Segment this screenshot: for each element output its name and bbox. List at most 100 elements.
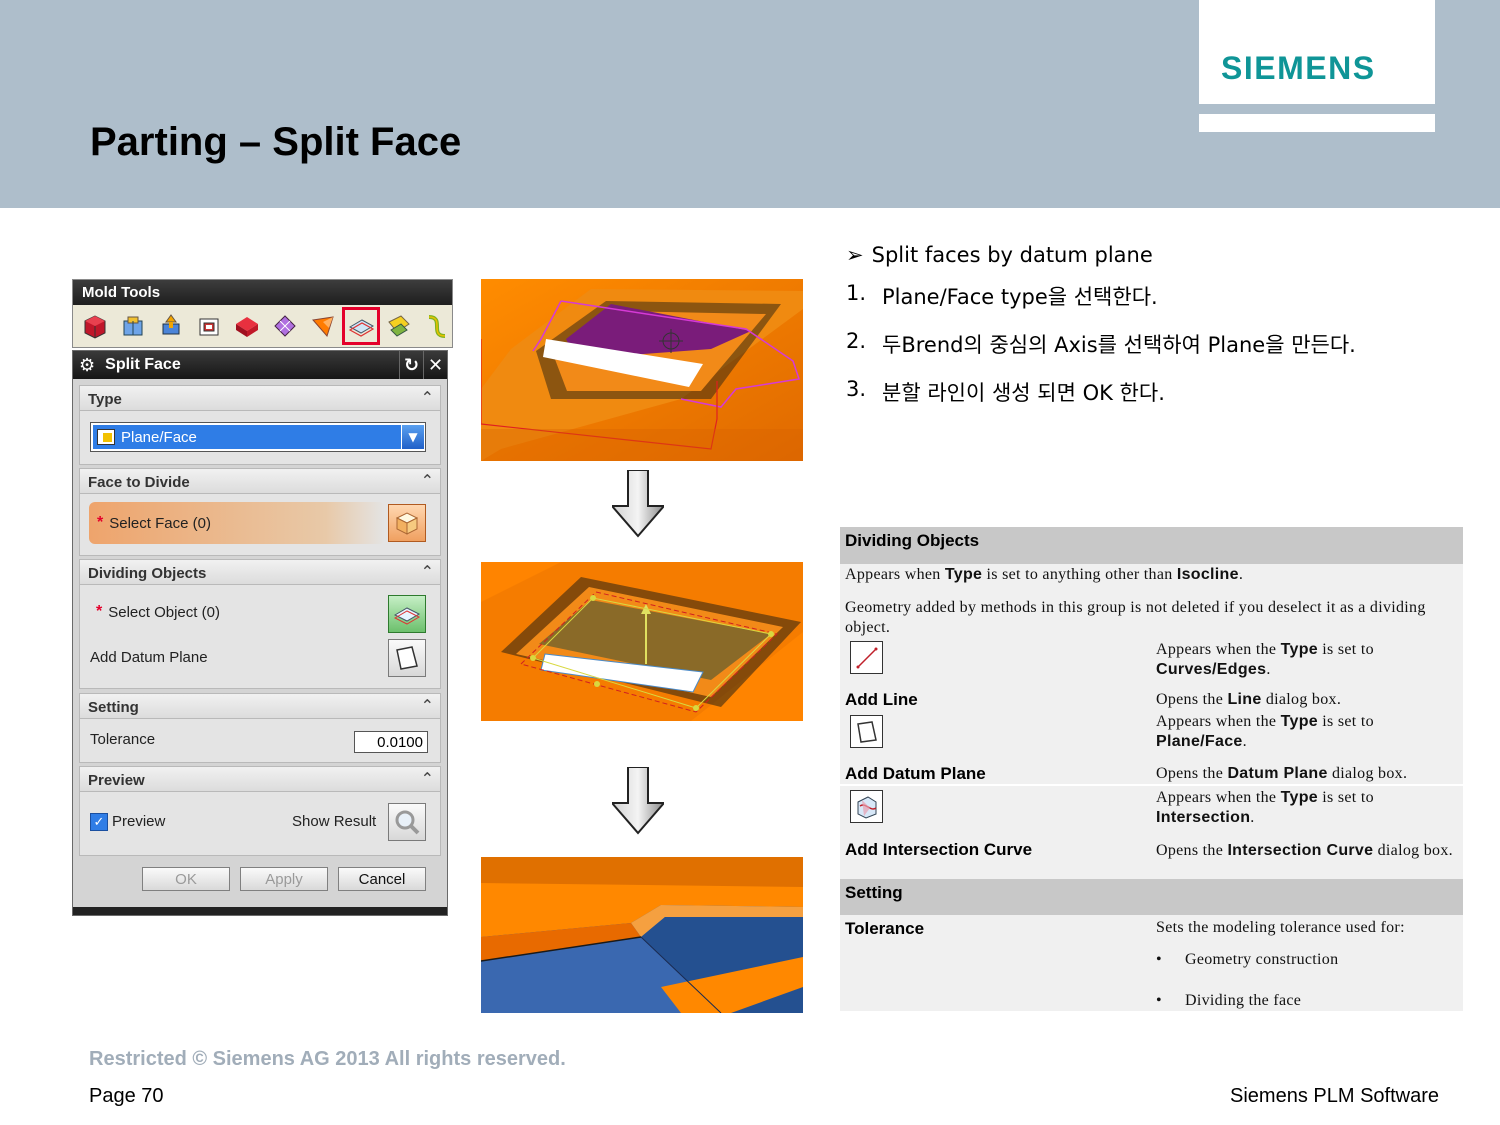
face-select-button[interactable] bbox=[388, 504, 426, 542]
datum-opens-pre: Opens the bbox=[1156, 765, 1228, 782]
intersection-appears-pre: Appears when the bbox=[1156, 789, 1281, 806]
gear-icon[interactable]: ⚙ bbox=[79, 355, 95, 376]
dividing-objects-header: Dividing Objects bbox=[840, 527, 1463, 564]
trim-icon[interactable] bbox=[383, 310, 415, 342]
line-opens-post: dialog box. bbox=[1261, 691, 1342, 708]
render-before-split bbox=[481, 279, 803, 461]
collapse-caret-icon[interactable]: ⌃ bbox=[421, 696, 434, 715]
cancel-button[interactable]: Cancel bbox=[338, 867, 426, 891]
face-group-header[interactable]: Face to Divide ⌃ bbox=[79, 468, 441, 494]
intersection-appears-is-set: is set to bbox=[1317, 789, 1374, 806]
chevron-down-icon[interactable]: ▼ bbox=[402, 425, 424, 449]
line-opens-name: Line bbox=[1227, 691, 1262, 708]
intersection-opens-post: dialog box. bbox=[1373, 842, 1453, 859]
instruction-step: 1. Plane/Face type을 선택한다. bbox=[846, 281, 1356, 311]
collapse-caret-icon[interactable]: ⌃ bbox=[421, 562, 434, 581]
datum-appears-value: Plane/Face bbox=[1156, 733, 1243, 750]
siemens-logo: SIEMENS bbox=[1221, 50, 1376, 86]
add-datum-plane-button[interactable] bbox=[388, 639, 426, 677]
solid-red-icon[interactable] bbox=[231, 310, 263, 342]
step-number: 1. bbox=[846, 281, 867, 305]
plane-face-icon bbox=[97, 429, 115, 445]
intersection-opens-name: Intersection Curve bbox=[1227, 842, 1374, 859]
bullet-icon: • bbox=[1156, 951, 1162, 968]
curve-icon[interactable] bbox=[421, 310, 453, 342]
parting-box-icon[interactable] bbox=[117, 310, 149, 342]
intersection-opens-text: Opens the Intersection Curve dialog box. bbox=[1156, 840, 1456, 861]
render-split-plane bbox=[481, 562, 803, 721]
bullet-icon: • bbox=[1156, 992, 1162, 1009]
collapse-caret-icon[interactable]: ⌃ bbox=[421, 471, 434, 490]
select-face-row[interactable]: * Select Face (0) bbox=[89, 502, 385, 544]
down-arrow-icon bbox=[612, 767, 664, 835]
face-group-label: Face to Divide bbox=[88, 474, 190, 491]
appears-note-type: Type bbox=[944, 566, 983, 583]
close-icon[interactable]: ✕ bbox=[423, 351, 447, 379]
reference-table: Dividing Objects Appears when Type is se… bbox=[840, 527, 1463, 1011]
preview-group-header[interactable]: Preview ⌃ bbox=[79, 766, 441, 792]
geometry-note: Geometry added by methods in this group … bbox=[845, 599, 1426, 636]
extend-icon[interactable] bbox=[307, 310, 339, 342]
instructions-heading: ➢ Split faces by datum plane bbox=[846, 243, 1356, 267]
arrow-bullet-icon: ➢ bbox=[846, 243, 864, 267]
type-dropdown[interactable]: Plane/Face ▼ bbox=[90, 422, 426, 452]
setting-header: Setting bbox=[840, 879, 1463, 915]
tolerance-input[interactable] bbox=[354, 731, 428, 753]
required-star-icon: * bbox=[97, 514, 104, 531]
add-line-label: Add Line bbox=[845, 690, 918, 709]
preview-label: Preview bbox=[112, 813, 166, 830]
plane-select-icon bbox=[393, 607, 421, 625]
object-select-button[interactable] bbox=[388, 595, 426, 633]
split-face-icon[interactable] bbox=[342, 307, 380, 345]
select-object-row[interactable]: * Select Object (0) bbox=[96, 603, 220, 621]
type-group-header[interactable]: Type ⌃ bbox=[79, 385, 441, 411]
face-group-body: * Select Face (0) bbox=[79, 494, 441, 556]
split-face-dialog: ⚙ Split Face ↻ ✕ Type ⌃ Plane/Face ▼ Fac… bbox=[72, 350, 448, 916]
intersection-appears-type: Type bbox=[1280, 789, 1318, 806]
line-appears-value: Curves/Edges bbox=[1156, 661, 1267, 678]
preview-checkbox[interactable]: ✓ bbox=[90, 813, 108, 831]
row-separator bbox=[840, 784, 1463, 786]
mold-tools-icon-row bbox=[79, 307, 453, 345]
line-opens-pre: Opens the bbox=[1156, 691, 1228, 708]
type-group-label: Type bbox=[88, 391, 122, 408]
collapse-caret-icon[interactable]: ⌃ bbox=[421, 769, 434, 788]
mold-wizard-icon[interactable] bbox=[79, 310, 111, 342]
page-number: Page 70 bbox=[89, 1085, 164, 1107]
line-appears-pre: Appears when the bbox=[1156, 641, 1281, 658]
setting-group-label: Setting bbox=[88, 699, 139, 716]
dialog-title: Split Face bbox=[105, 356, 181, 373]
collapse-caret-icon[interactable]: ⌃ bbox=[421, 388, 434, 407]
type-dropdown-value: Plane/Face bbox=[121, 428, 197, 446]
instructions-heading-text: Split faces by datum plane bbox=[871, 243, 1153, 267]
dividing-group-header[interactable]: Dividing Objects ⌃ bbox=[79, 559, 441, 585]
instructions: ➢ Split faces by datum plane 1. Plane/Fa… bbox=[846, 243, 1356, 425]
surface-icon[interactable] bbox=[269, 310, 301, 342]
dividing-group-label: Dividing Objects bbox=[88, 565, 207, 582]
line-icon bbox=[850, 641, 883, 674]
datum-opens-post: dialog box. bbox=[1327, 765, 1408, 782]
select-face-label: Select Face (0) bbox=[109, 514, 211, 532]
appears-note-end: . bbox=[1238, 566, 1244, 583]
core-cavity-icon[interactable] bbox=[193, 310, 225, 342]
show-result-label: Show Result bbox=[292, 813, 377, 830]
dialog-titlebar: ⚙ Split Face ↻ ✕ bbox=[73, 351, 447, 379]
datum-opens-text: Opens the Datum Plane dialog box. bbox=[1156, 765, 1407, 783]
patch-icon[interactable] bbox=[155, 310, 187, 342]
ok-button[interactable]: OK bbox=[142, 867, 230, 891]
datum-opens-name: Datum Plane bbox=[1227, 765, 1328, 782]
reset-icon[interactable]: ↻ bbox=[399, 351, 423, 379]
setting-group-header[interactable]: Setting ⌃ bbox=[79, 693, 441, 719]
cube-face-icon bbox=[395, 512, 419, 535]
instruction-step: 3. 분할 라인이 생성 되면 OK 한다. bbox=[846, 377, 1356, 407]
instruction-step: 2. 두Brend의 중심의 Axis를 선택하여 Plane을 만든다. bbox=[846, 329, 1356, 359]
magnifier-icon bbox=[395, 810, 420, 835]
intersection-opens-pre: Opens the bbox=[1156, 842, 1228, 859]
logo-strip bbox=[1199, 114, 1435, 132]
show-result-button[interactable] bbox=[388, 803, 426, 841]
datum-plane-icon bbox=[396, 646, 418, 670]
apply-button[interactable]: Apply bbox=[240, 867, 328, 891]
add-datum-plane-label: Add Datum Plane bbox=[90, 649, 208, 666]
tolerance-label: Tolerance bbox=[90, 731, 156, 748]
tolerance-desc: Sets the modeling tolerance used for: bbox=[1156, 919, 1405, 936]
